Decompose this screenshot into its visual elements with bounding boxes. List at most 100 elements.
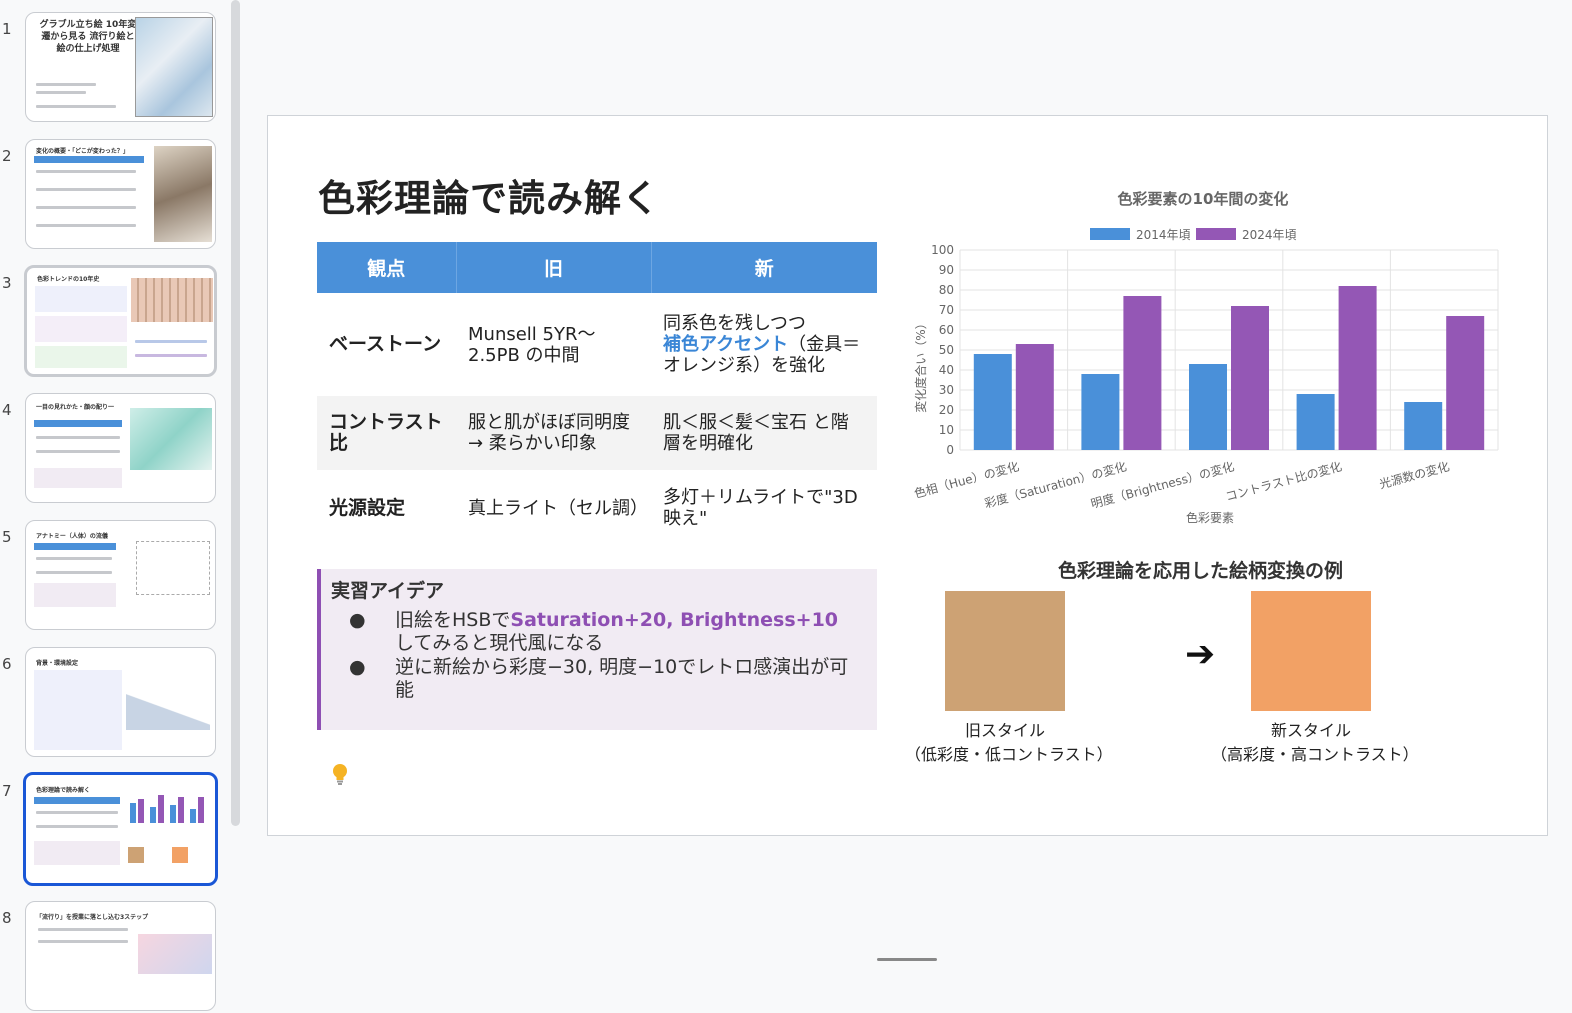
bar-2014年頃 (1404, 402, 1443, 450)
y-tick-label: 50 (939, 343, 954, 357)
slide-preview: 「流行り」を授業に落とし込む3ステップ (25, 901, 216, 1011)
table-header: 観点 (317, 242, 457, 293)
slide-preview-title: アナトミー（人体）の流儀 (36, 533, 108, 540)
x-tick-label: コントラスト比の変化 (1224, 458, 1344, 503)
table-cell-aspect: ベーストーン (317, 293, 456, 396)
table-header-row: 観点 旧 新 (317, 242, 877, 293)
slide-preview: 色彩理論で読み解く (23, 772, 218, 886)
slide-preview-title: 背景・環境設定 (36, 660, 79, 667)
chart-title: 色彩要素の10年間の変化 (1118, 190, 1289, 208)
y-tick-label: 40 (939, 363, 954, 377)
y-tick-label: 30 (939, 383, 954, 397)
bar-2014年頃 (1189, 364, 1227, 450)
old-style-swatch (945, 591, 1065, 711)
table-cell-new: 多灯＋リムライトで"3D映え" (651, 470, 877, 546)
cell-text: 同系色を残しつつ (663, 313, 806, 334)
x-tick-label: 光源数の変化 (1378, 458, 1451, 491)
y-tick-label: 0 (946, 443, 954, 457)
table-cell-aspect: コントラスト比 (317, 396, 456, 470)
caption-line: （高彩度・高コントラスト） (1211, 745, 1419, 764)
slide-preview: アナトミー（人体）の流儀 (25, 520, 216, 630)
bullet-icon: ● (349, 609, 366, 631)
slide-number: 3 (2, 274, 12, 292)
table-cell-old: 真上ライト（セル調） (456, 470, 651, 546)
slide-number: 5 (2, 528, 12, 546)
y-tick-label: 90 (939, 263, 954, 277)
x-axis-label: 色彩要素 (1186, 511, 1234, 525)
old-style-caption: 旧スタイル （低彩度・低コントラスト） (905, 719, 1113, 767)
slide-thumbnail-5[interactable]: 5 アナトミー（人体）の流儀 (0, 520, 230, 632)
y-tick-label: 60 (939, 323, 954, 337)
slide-thumbnail-panel: 1 グラブル立ち絵 10年変遷から見る 流行り絵と 絵の仕上げ処理 2 変化の概… (0, 0, 230, 1011)
practice-idea-title: 実習アイデア (331, 580, 445, 602)
bar-2024年頃 (1446, 316, 1485, 450)
slide-thumbnail-8[interactable]: 8 「流行り」を授業に落とし込む3ステップ (0, 901, 230, 1013)
table-header: 新 (651, 242, 877, 293)
bar-2014年頃 (973, 354, 1012, 450)
slide-preview-title: 色彩理論で読み解く (36, 787, 91, 794)
slide-thumbnail-7[interactable]: 7 色彩理論で読み解く (0, 772, 230, 886)
table-row: 光源設定 真上ライト（セル調） 多灯＋リムライトで"3D映え" (317, 470, 877, 546)
item-text: 逆に新絵から彩度−30, 明度−10でレトロ感演出が可能 (395, 656, 849, 701)
color-change-bar-chart: 色彩要素の10年間の変化 2014年頃 2024年頃 0 10 20 30 40 50 60 7… (912, 190, 1499, 525)
bar-2014年頃 (1296, 394, 1335, 450)
caption-line: 新スタイル (1270, 721, 1351, 740)
slide-thumbnail-4[interactable]: 4 一目の見れかた・顔の配り一 (0, 393, 230, 505)
y-tick-label: 20 (939, 403, 954, 417)
slide-title: 色彩理論で読み解く (318, 177, 660, 220)
legend-swatch (1090, 228, 1130, 240)
page-indicator-bar (877, 958, 937, 961)
practice-idea-list: ● 旧絵をHSBでSaturation+20, Brightness+10してみる… (349, 609, 849, 703)
bar-2024年頃 (1123, 296, 1162, 450)
slide-thumbnail-1[interactable]: 1 グラブル立ち絵 10年変遷から見る 流行り絵と 絵の仕上げ処理 (0, 12, 230, 124)
y-tick-label: 80 (939, 283, 954, 297)
table-row: コントラスト比 服と肌がほぼ同明度 → 柔らかい印象 肌＜服＜髪＜宝石 と階層を… (317, 396, 877, 470)
new-style-caption: 新スタイル （高彩度・高コントラスト） (1211, 719, 1419, 767)
table-row: ベーストーン Munsell 5YR〜2.5PB の中間 同系色を残しつつ 補色ア… (317, 293, 877, 396)
table-cell-old: 服と肌がほぼ同明度 → 柔らかい印象 (456, 396, 651, 470)
caption-line: （低彩度・低コントラスト） (905, 745, 1113, 764)
slide-preview-title: 変化の概要・「どこが変わった？」 (36, 148, 129, 155)
slide-number: 6 (2, 655, 12, 673)
bar-2024年頃 (1338, 286, 1377, 450)
slide-preview: 一目の見れかた・顔の配り一 (25, 393, 216, 503)
legend-swatch (1196, 228, 1236, 240)
slide-thumbnail-6[interactable]: 6 背景・環境設定 (0, 647, 230, 759)
item-text: 旧絵をHSBで (395, 609, 511, 631)
chart-x-ticks: 色相（Hue）の変化彩度（Saturation）の変化明度（Brightness… (912, 458, 1451, 511)
slide-preview-title: 「流行り」を授業に落とし込む3ステップ (36, 914, 149, 921)
lightbulb-icon (333, 764, 347, 785)
bar-2024年頃 (1015, 344, 1054, 450)
arrow-right-icon: ➔ (1185, 634, 1216, 675)
slide-preview-title: グラブル立ち絵 10年変遷から見る 流行り絵と 絵の仕上げ処理 (39, 20, 137, 54)
y-tick-label: 100 (931, 243, 954, 257)
table-cell-new: 同系色を残しつつ 補色アクセント（金具＝オレンジ系）を強化 (651, 293, 877, 396)
chart-bars (973, 286, 1485, 450)
example-title: 色彩理論を応用した絵柄変換の例 (1058, 560, 1344, 582)
y-tick-label: 10 (939, 423, 954, 437)
table-cell-aspect: 光源設定 (317, 470, 456, 546)
practice-idea-box: 実習アイデア ● 旧絵をHSBでSaturation+20, Brightness… (317, 569, 877, 730)
caption-line: 旧スタイル (964, 721, 1045, 740)
bar-2014年頃 (1081, 374, 1120, 450)
slide-number: 8 (2, 909, 12, 927)
slide-thumbnail-2[interactable]: 2 変化の概要・「どこが変わった？」 (0, 139, 230, 251)
slide-preview: グラブル立ち絵 10年変遷から見る 流行り絵と 絵の仕上げ処理 (25, 12, 216, 122)
chart-legend: 2014年頃 2024年頃 (1090, 228, 1297, 242)
table-cell-new: 肌＜服＜髪＜宝石 と階層を明確化 (651, 396, 877, 470)
slide-preview-title: 一目の見れかた・顔の配り一 (36, 404, 115, 411)
thumbnail-scrollbar[interactable] (231, 0, 240, 826)
list-item: ● 旧絵をHSBでSaturation+20, Brightness+10してみる… (349, 609, 849, 655)
slide-number: 1 (2, 20, 12, 38)
item-text: してみると現代風になる (395, 632, 604, 654)
highlight-text: Saturation+20, Brightness+10 (510, 609, 839, 631)
table-header: 旧 (456, 242, 652, 293)
comparison-table: 観点 旧 新 ベーストーン Munsell 5YR〜2.5PB の中間 同系色を… (317, 242, 877, 546)
slide-number: 4 (2, 401, 12, 419)
y-tick-label: 70 (939, 303, 954, 317)
slide-number: 2 (2, 147, 12, 165)
slide-thumbnail-3[interactable]: 3 色彩トレンドの10年史 (0, 265, 230, 378)
slide-canvas: 色彩理論で読み解く 観点 旧 新 ベーストーン Munsell 5YR〜2.5P… (267, 115, 1548, 836)
new-style-swatch (1251, 591, 1371, 711)
slide-preview: 背景・環境設定 (25, 647, 216, 757)
